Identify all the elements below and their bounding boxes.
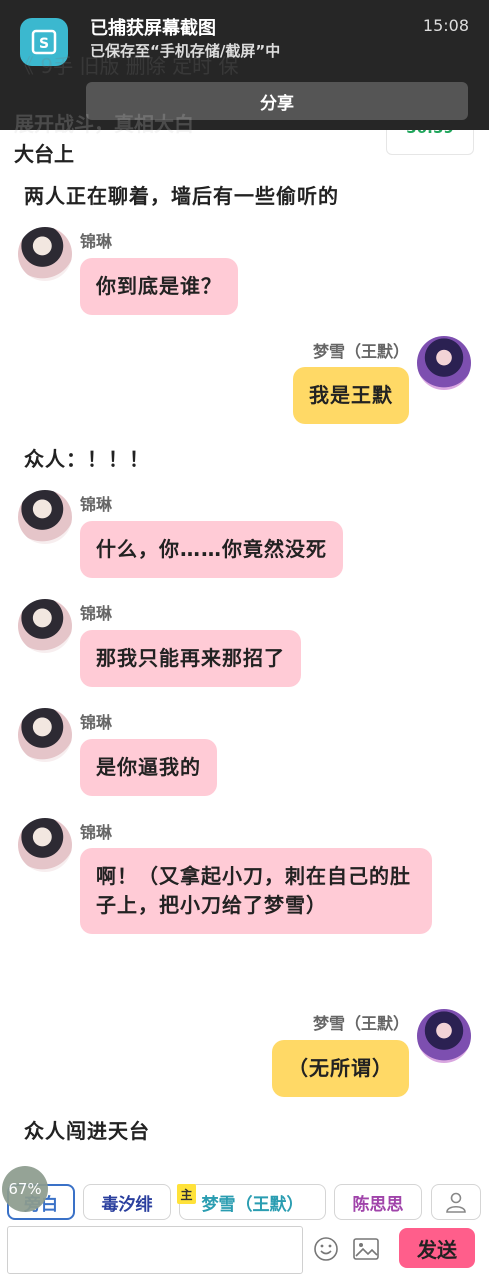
message-bubble[interactable]: 啊！（又拿起小刀，刺在自己的肚子上，把小刀给了梦雪） bbox=[80, 848, 432, 934]
screenshot-app-icon: S bbox=[20, 18, 68, 66]
sender-name: 锦琳 bbox=[80, 495, 113, 514]
avatar[interactable] bbox=[18, 490, 72, 544]
message-bubble[interactable]: 什么，你……你竟然没死 bbox=[80, 521, 343, 578]
role-du-button[interactable]: 毒汐绯 bbox=[83, 1184, 171, 1220]
avatar[interactable] bbox=[18, 599, 72, 653]
avatar[interactable] bbox=[417, 1009, 471, 1063]
send-button[interactable]: 发送 bbox=[399, 1228, 475, 1268]
emoji-button[interactable] bbox=[313, 1236, 339, 1262]
notification-subtitle: 已保存至“手机存储/截屏”中 bbox=[90, 42, 281, 60]
sender-name: 锦琳 bbox=[80, 823, 113, 842]
host-tag: 主 bbox=[177, 1184, 196, 1204]
sender-name: 梦雪（王默） bbox=[312, 1014, 409, 1033]
status-clock: 15:08 bbox=[422, 16, 469, 35]
sender-name: 锦琳 bbox=[80, 232, 113, 251]
message-bubble[interactable]: 我是王默 bbox=[293, 367, 409, 424]
narration-line: 两人正在聊着，墙后有一些偷听的 bbox=[24, 184, 339, 208]
share-button[interactable]: 分享 bbox=[86, 82, 468, 120]
svg-text:S: S bbox=[39, 36, 49, 52]
smiley-icon bbox=[314, 1237, 338, 1261]
narration-line: 众人：！！！ bbox=[24, 447, 150, 471]
image-icon bbox=[353, 1238, 379, 1260]
sender-name: 锦琳 bbox=[80, 713, 113, 732]
scene-line: 大台上 bbox=[14, 142, 74, 166]
input-row: 发送 bbox=[0, 1226, 489, 1280]
screenshot-notification[interactable]: S 已捕获屏幕截图 已保存至“手机存储/截屏”中 15:08 分享 bbox=[0, 0, 489, 130]
sender-name: 梦雪（王默） bbox=[312, 342, 409, 361]
message-bubble[interactable]: 你到底是谁？ bbox=[80, 258, 238, 315]
progress-badge[interactable]: 67% bbox=[2, 1166, 48, 1212]
avatar[interactable] bbox=[417, 336, 471, 390]
role-selector: 旁白 毒汐绯 梦雪（王默） 陈思思 bbox=[0, 1178, 489, 1226]
message-bubble[interactable]: 那我只能再来那招了 bbox=[80, 630, 301, 687]
message-bubble[interactable]: （无所谓） bbox=[272, 1040, 409, 1097]
role-meng-button[interactable]: 梦雪（王默） bbox=[179, 1184, 326, 1220]
narration-line: 众人闯进天台 bbox=[24, 1119, 150, 1143]
avatar[interactable] bbox=[18, 818, 72, 872]
role-chen-button[interactable]: 陈思思 bbox=[334, 1184, 422, 1220]
message-input[interactable] bbox=[7, 1226, 303, 1274]
avatar[interactable] bbox=[18, 227, 72, 281]
user-icon bbox=[446, 1192, 466, 1213]
add-role-button[interactable] bbox=[431, 1184, 481, 1220]
avatar[interactable] bbox=[18, 708, 72, 762]
message-bubble[interactable]: 是你逼我的 bbox=[80, 739, 217, 796]
notification-title: 已捕获屏幕截图 bbox=[90, 18, 216, 39]
sender-name: 锦琳 bbox=[80, 604, 113, 623]
image-button[interactable] bbox=[352, 1236, 380, 1262]
